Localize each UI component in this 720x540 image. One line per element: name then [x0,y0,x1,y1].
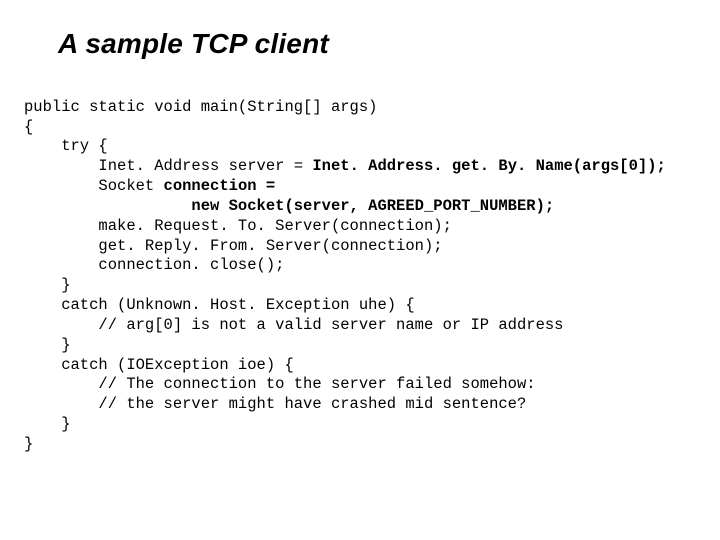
code-line: // The connection to the server failed s… [24,375,536,393]
code-block: public static void main(String[] args) {… [24,78,696,455]
code-line: catch (IOException ioe) { [24,356,294,374]
code-line: connection. close(); [24,256,284,274]
code-line: get. Reply. From. Server(connection); [24,237,443,255]
code-line: Socket [24,177,164,195]
code-line: } [24,415,71,433]
code-bold: new Socket(server, AGREED_PORT_NUMBER); [24,197,554,215]
code-line: Inet. Address server = [24,157,312,175]
code-line: public static void main(String[] args) [24,98,377,116]
code-line: } [24,276,71,294]
code-bold: connection = [164,177,276,195]
code-line: make. Request. To. Server(connection); [24,217,452,235]
slide: A sample TCP client public static void m… [0,0,720,540]
slide-title: A sample TCP client [58,28,696,60]
code-line: } [24,435,33,453]
code-bold: Inet. Address. get. By. Name(args[0]); [312,157,665,175]
code-line: catch (Unknown. Host. Exception uhe) { [24,296,415,314]
code-line: { [24,118,33,136]
code-line: // the server might have crashed mid sen… [24,395,526,413]
code-line: } [24,336,71,354]
code-line: try { [24,137,108,155]
code-line: // arg[0] is not a valid server name or … [24,316,564,334]
